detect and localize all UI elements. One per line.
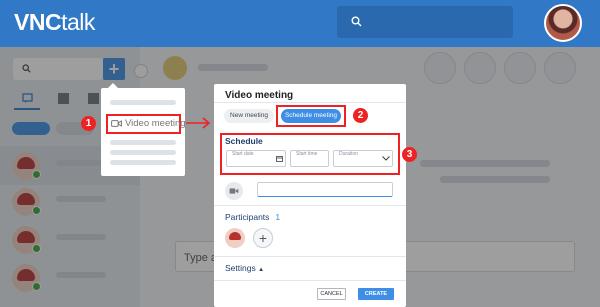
global-search[interactable] (337, 6, 513, 38)
logo-bold: VNC (14, 9, 62, 35)
divider (214, 205, 406, 206)
add-participant-button[interactable]: + (253, 228, 273, 248)
camera-toggle-button[interactable] (225, 182, 243, 200)
create-button[interactable]: CREATE (358, 288, 394, 300)
caret-up-icon: ▲ (258, 267, 265, 273)
divider (214, 256, 406, 257)
cancel-button[interactable]: CANCEL (317, 288, 346, 300)
menu-item-label: Video meeting (125, 118, 186, 129)
meeting-title-input[interactable] (257, 182, 393, 197)
chevron-down-icon[interactable] (382, 156, 390, 161)
divider (214, 280, 406, 281)
video-camera-icon (229, 188, 239, 194)
logo-light: talk (61, 9, 95, 35)
participant-avatar (225, 228, 245, 248)
settings-label: Settings (225, 263, 256, 273)
menu-item[interactable] (110, 150, 176, 155)
user-avatar[interactable] (544, 4, 582, 42)
video-camera-icon (111, 120, 122, 127)
step-badge-1: 1 (81, 116, 96, 131)
step-badge-2: 2 (353, 108, 368, 123)
calendar-icon[interactable] (276, 156, 283, 162)
step-badge-3: 3 (402, 147, 417, 162)
duration-placeholder: Duration (339, 151, 358, 157)
menu-item[interactable] (110, 140, 176, 145)
schedule-heading: Schedule (225, 136, 263, 146)
participants-heading: Participants 1 (225, 212, 280, 222)
tab-new-meeting[interactable]: New meeting (224, 109, 274, 123)
tab-schedule-meeting[interactable]: Schedule meeting (281, 109, 341, 123)
app-logo[interactable]: VNCtalk (14, 9, 95, 36)
participants-label: Participants (225, 212, 270, 222)
menu-item[interactable] (110, 160, 176, 165)
arrow-right-icon (186, 117, 211, 129)
start-date-placeholder: Start date (232, 151, 254, 157)
search-icon (351, 16, 362, 27)
start-time-placeholder: Start time (296, 151, 318, 157)
menu-item[interactable] (110, 100, 176, 105)
menu-item-video-meeting[interactable]: Video meeting (106, 114, 186, 134)
participants-count: 1 (275, 212, 281, 222)
settings-toggle[interactable]: Settings ▲ (225, 263, 264, 273)
dialog-title: Video meeting (225, 90, 294, 101)
divider (214, 102, 406, 103)
